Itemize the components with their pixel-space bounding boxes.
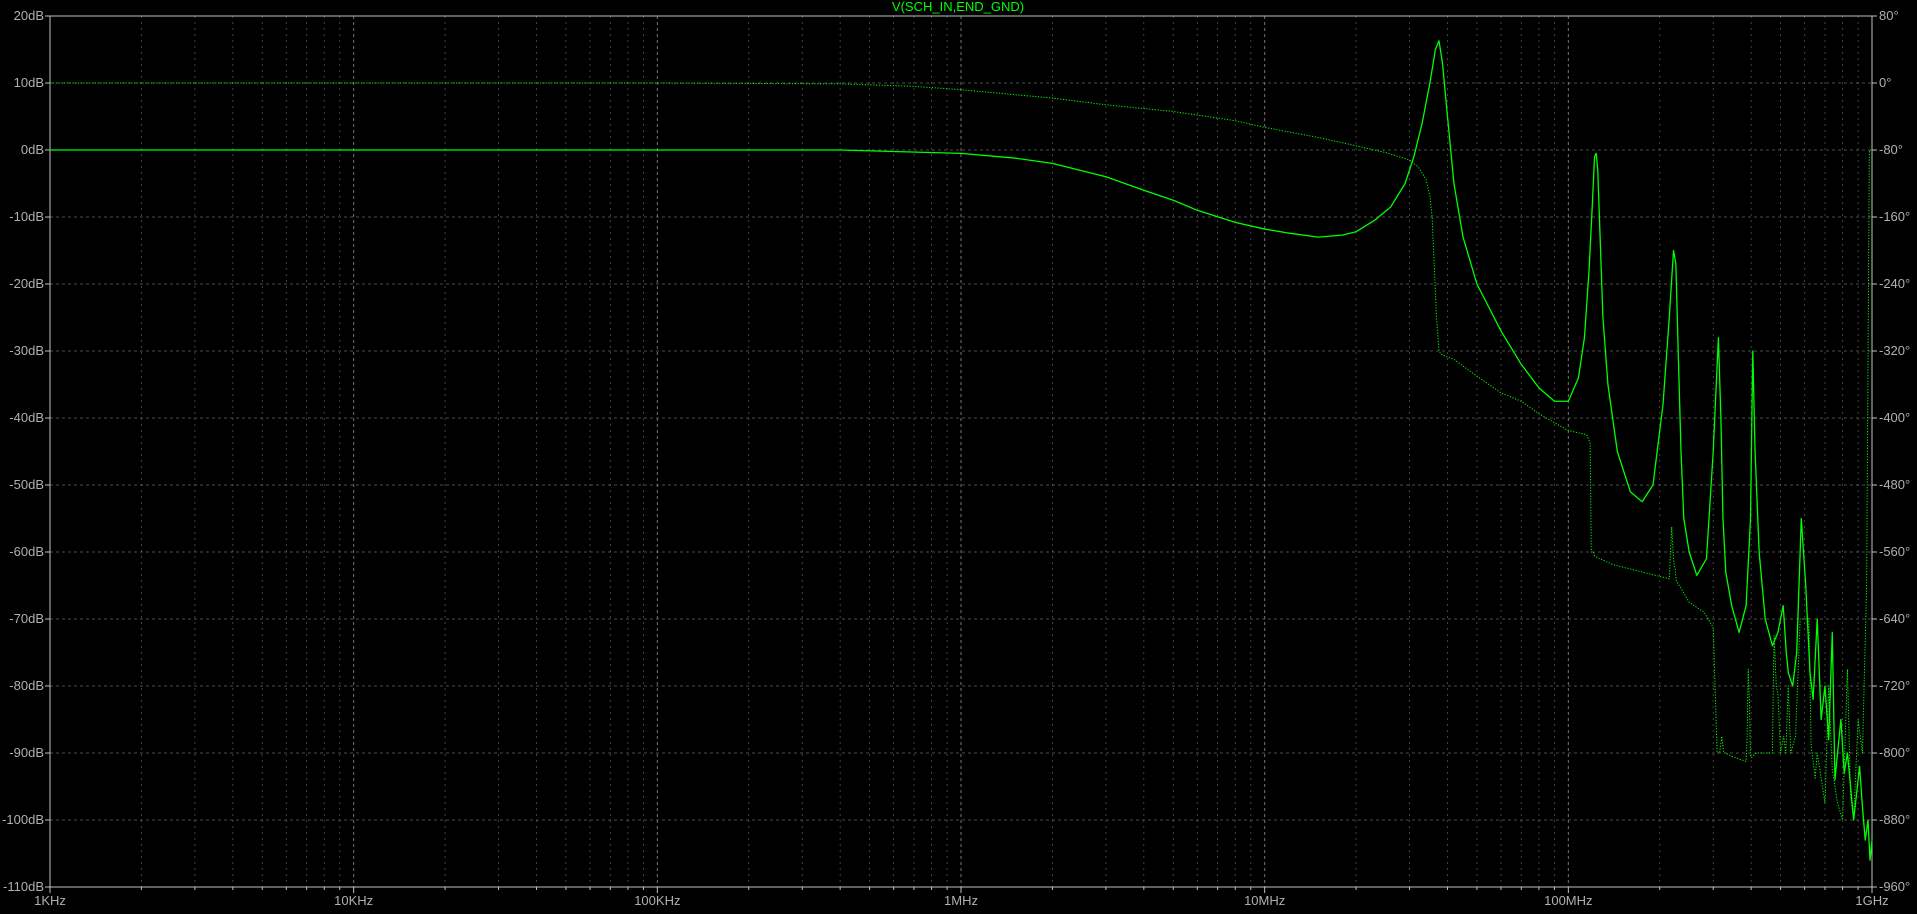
y-right-tick-label: -240° <box>1879 276 1910 291</box>
y-left-tick-label: -50dB <box>9 477 44 492</box>
y-right-tick-label: -960° <box>1879 879 1910 894</box>
chart-title: V(SCH_IN,END_GND) <box>892 0 1024 14</box>
x-tick-label: 10KHz <box>334 893 373 908</box>
y-right-tick-label: -160° <box>1879 209 1910 224</box>
y-right-tick-label: 0° <box>1879 75 1891 90</box>
y-left-tick-label: -20dB <box>9 276 44 291</box>
x-tick-label: 10MHz <box>1244 893 1285 908</box>
y-left-tick-label: -70dB <box>9 611 44 626</box>
y-left-tick-label: -60dB <box>9 544 44 559</box>
y-right-tick-label: -480° <box>1879 477 1910 492</box>
x-tick-label: 1GHz <box>1855 893 1888 908</box>
y-left-tick-label: -40dB <box>9 410 44 425</box>
y-right-tick-label: -560° <box>1879 544 1910 559</box>
plot-background <box>0 0 1917 914</box>
y-left-tick-label: -90dB <box>9 745 44 760</box>
y-left-tick-label: 10dB <box>14 75 44 90</box>
y-right-tick-label: -80° <box>1879 142 1903 157</box>
x-tick-label: 100KHz <box>634 893 680 908</box>
y-left-tick-label: 20dB <box>14 8 44 23</box>
y-left-tick-label: -30dB <box>9 343 44 358</box>
x-tick-label: 100MHz <box>1544 893 1592 908</box>
x-tick-label: 1KHz <box>34 893 66 908</box>
y-right-tick-label: 80° <box>1879 8 1899 23</box>
y-left-tick-label: 0dB <box>21 142 44 157</box>
bode-plot: V(SCH_IN,END_GND) 20dB 80° 10dB 0° 0dB -80° -1… <box>0 0 1917 914</box>
y-left-tick-label: -80dB <box>9 678 44 693</box>
y-left-tick-label: -110dB <box>3 879 44 894</box>
y-left-tick-label: -10dB <box>9 209 44 224</box>
y-right-tick-label: -720° <box>1879 678 1910 693</box>
y-right-tick-label: -400° <box>1879 410 1910 425</box>
y-right-tick-label: -640° <box>1879 611 1910 626</box>
y-left-tick-label: -100dB <box>2 812 44 827</box>
x-tick-label: 1MHz <box>944 893 978 908</box>
y-right-tick-label: -800° <box>1879 745 1910 760</box>
y-right-tick-label: -320° <box>1879 343 1910 358</box>
y-right-tick-label: -880° <box>1879 812 1910 827</box>
